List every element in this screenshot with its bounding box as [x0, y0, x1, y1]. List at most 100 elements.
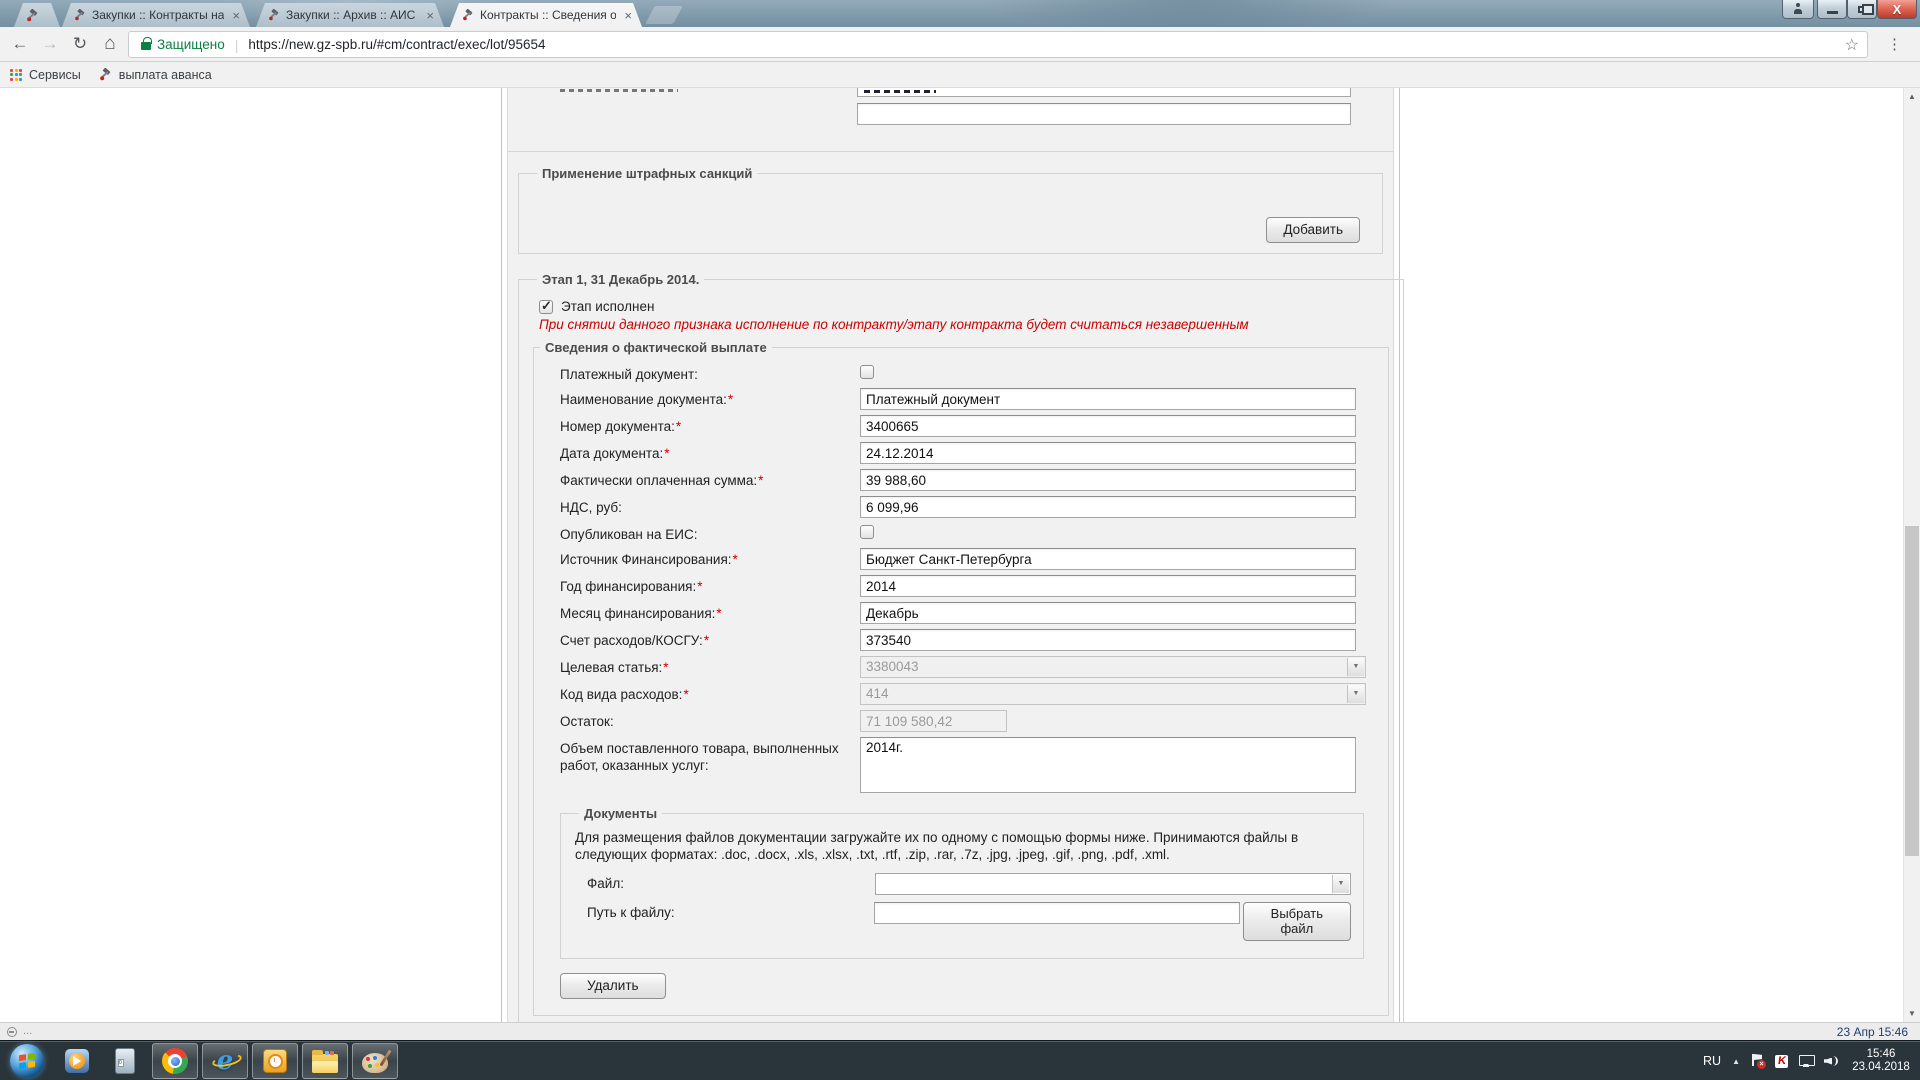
- vertical-scrollbar[interactable]: ▲ ▼: [1903, 88, 1920, 1022]
- text-field[interactable]: [860, 442, 1356, 464]
- delete-button[interactable]: Удалить: [560, 973, 666, 999]
- profile-button[interactable]: [1782, 0, 1814, 19]
- bookmark-star-icon[interactable]: ☆: [1845, 35, 1859, 55]
- taskbar-calculator[interactable]: 0: [102, 1043, 148, 1079]
- close-button[interactable]: X: [1877, 0, 1917, 19]
- taskbar-outlook[interactable]: [252, 1043, 298, 1079]
- chevron-down-icon[interactable]: ▼: [1332, 875, 1349, 893]
- form-row: Год финансирования:*: [560, 575, 1388, 597]
- text-field[interactable]: [860, 548, 1356, 570]
- browser-menu-icon[interactable]: ⋮: [1887, 35, 1902, 53]
- hidden-icons-arrow-icon[interactable]: ▲: [1732, 1057, 1740, 1066]
- file-path-input[interactable]: [874, 902, 1240, 924]
- tab-close-icon[interactable]: ×: [230, 8, 242, 23]
- tab-1[interactable]: Закупки :: Контракты на ×: [62, 3, 250, 27]
- form-row: НДС, руб:: [560, 496, 1388, 518]
- user-icon: [1794, 9, 1802, 14]
- apps-grid-icon[interactable]: [10, 69, 22, 81]
- select-field[interactable]: 414 ▼: [860, 683, 1366, 705]
- taskbar-internet-explorer[interactable]: e: [202, 1043, 248, 1079]
- volume-icon[interactable]: [1824, 1055, 1839, 1068]
- taskbar-media-player[interactable]: [54, 1043, 100, 1079]
- chevron-down-icon[interactable]: ▼: [1347, 685, 1364, 703]
- taskbar-chrome[interactable]: [152, 1043, 198, 1079]
- tab-title: Контракты :: Сведения о: [480, 8, 616, 22]
- tab-title: Закупки :: Контракты на: [92, 8, 224, 22]
- footer-datetime: 23 Апр 15:46: [1837, 1025, 1908, 1039]
- network-display-icon[interactable]: [1799, 1055, 1813, 1067]
- taskbar-paint[interactable]: [352, 1043, 398, 1079]
- file-select[interactable]: ▼: [875, 873, 1351, 895]
- text-field[interactable]: [860, 575, 1356, 597]
- text-field[interactable]: [860, 602, 1356, 624]
- required-asterisk: *: [728, 392, 733, 407]
- checkbox[interactable]: [860, 365, 874, 379]
- restore-button[interactable]: [1847, 0, 1877, 19]
- documents-legend: Документы: [579, 806, 662, 821]
- footer-dots: ...: [23, 1025, 32, 1037]
- address-bar[interactable]: Защищено | https://new.gz-spb.ru/#cm/con…: [128, 31, 1868, 58]
- stage-done-checkbox[interactable]: [539, 300, 553, 314]
- bookmark-services[interactable]: Сервисы: [29, 68, 81, 82]
- file-row: Файл: ▼: [587, 873, 1351, 895]
- field-label: Дата документа:*: [560, 442, 860, 462]
- scroll-up-icon[interactable]: ▲: [1904, 88, 1920, 105]
- form-row: Источник Финансирования:*: [560, 548, 1388, 570]
- tab-pinned[interactable]: [14, 3, 60, 27]
- start-button[interactable]: [4, 1043, 50, 1079]
- select-field[interactable]: 3380043▼: [860, 656, 1366, 678]
- gavel-favicon-icon: [26, 9, 39, 22]
- text-field[interactable]: [860, 710, 1007, 732]
- refresh-icon[interactable]: ↻: [68, 32, 92, 56]
- taskbar-explorer[interactable]: [302, 1043, 348, 1079]
- select-value: 414: [866, 686, 889, 701]
- tray-clock[interactable]: 15:46 23.04.2018: [1850, 1048, 1912, 1074]
- tab-close-icon[interactable]: ×: [424, 8, 436, 23]
- language-indicator[interactable]: RU: [1703, 1054, 1721, 1068]
- payment-fieldset: Сведения о фактической выплате Платежный…: [533, 340, 1389, 1016]
- required-asterisk: *: [733, 552, 738, 567]
- field-label: Источник Финансирования:*: [560, 548, 860, 568]
- form-row: Опубликован на ЕИС:: [560, 523, 1388, 543]
- tab-close-icon[interactable]: ×: [622, 8, 634, 23]
- text-field[interactable]: [860, 388, 1356, 410]
- minimize-button[interactable]: [1817, 0, 1847, 19]
- action-center-flag-icon[interactable]: ×: [1751, 1054, 1764, 1068]
- required-asterisk: *: [758, 473, 763, 488]
- url-text[interactable]: https://new.gz-spb.ru/#cm/contract/exec/…: [248, 37, 545, 52]
- checkbox[interactable]: [860, 525, 874, 539]
- forward-icon[interactable]: →: [38, 32, 62, 56]
- minimize-icon: [1827, 11, 1838, 14]
- required-asterisk: *: [704, 633, 709, 648]
- text-field[interactable]: [860, 469, 1356, 491]
- home-icon[interactable]: ⌂: [98, 32, 122, 56]
- empty-field[interactable]: [857, 103, 1351, 125]
- scroll-down-icon[interactable]: ▼: [1904, 1005, 1920, 1022]
- stage-warning-text: При снятии данного признака исполнение п…: [539, 317, 1389, 332]
- field-label: Объем поставленного товара, выполненных …: [560, 737, 860, 774]
- back-icon[interactable]: ←: [8, 32, 32, 56]
- textarea-field[interactable]: [860, 737, 1356, 793]
- text-field[interactable]: [860, 629, 1356, 651]
- file-path-label: Путь к файлу:: [587, 902, 874, 920]
- text-field[interactable]: [860, 496, 1356, 518]
- tab-3-active[interactable]: Контракты :: Сведения о ×: [450, 3, 642, 27]
- stage-done-label: Этап исполнен: [561, 299, 654, 314]
- chevron-down-icon[interactable]: ▼: [1347, 658, 1364, 676]
- add-button[interactable]: Добавить: [1266, 217, 1360, 243]
- antivirus-icon[interactable]: K: [1775, 1055, 1788, 1068]
- desktop: Закупки :: Контракты на × Закупки :: Арх…: [0, 0, 1920, 1080]
- new-tab-button[interactable]: [645, 6, 683, 24]
- field-label: Счет расходов/КОСГУ:*: [560, 629, 860, 649]
- clipped-amount-field[interactable]: [857, 88, 1351, 97]
- payment-legend: Сведения о фактической выплате: [540, 340, 772, 355]
- media-player-icon: [65, 1049, 89, 1073]
- choose-file-button[interactable]: Выбрать файл: [1243, 902, 1351, 941]
- bookmark-advance-payment[interactable]: выплата аванса: [119, 68, 212, 82]
- scrollbar-thumb[interactable]: [1905, 526, 1919, 856]
- text-field[interactable]: [860, 415, 1356, 437]
- clipped-value-fragment: [864, 90, 936, 93]
- form-row: Наименование документа:*: [560, 388, 1388, 410]
- tab-2[interactable]: Закупки :: Архив :: АИС ×: [256, 3, 444, 27]
- required-asterisk: *: [697, 579, 702, 594]
